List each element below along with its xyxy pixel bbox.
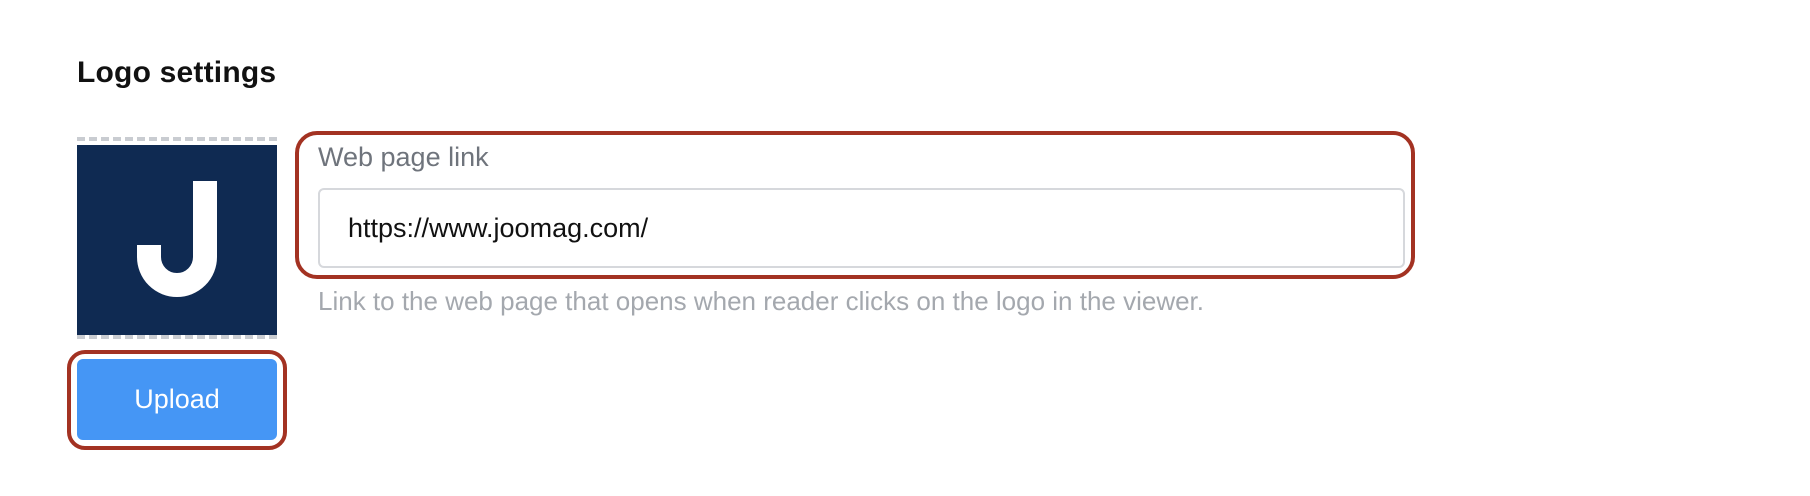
- section-title: Logo settings: [77, 56, 277, 89]
- logo-settings-panel: Logo settings Upload Web page link Link …: [0, 0, 1810, 496]
- letter-j-logo-icon: [137, 181, 217, 297]
- logo-preview-image: [77, 145, 277, 335]
- web-page-link-input[interactable]: [318, 188, 1405, 268]
- web-page-link-help: Link to the web page that opens when rea…: [318, 286, 1205, 316]
- logo-preview-frame: [77, 137, 277, 339]
- web-page-link-label: Web page link: [318, 142, 489, 172]
- upload-button[interactable]: Upload: [77, 359, 277, 440]
